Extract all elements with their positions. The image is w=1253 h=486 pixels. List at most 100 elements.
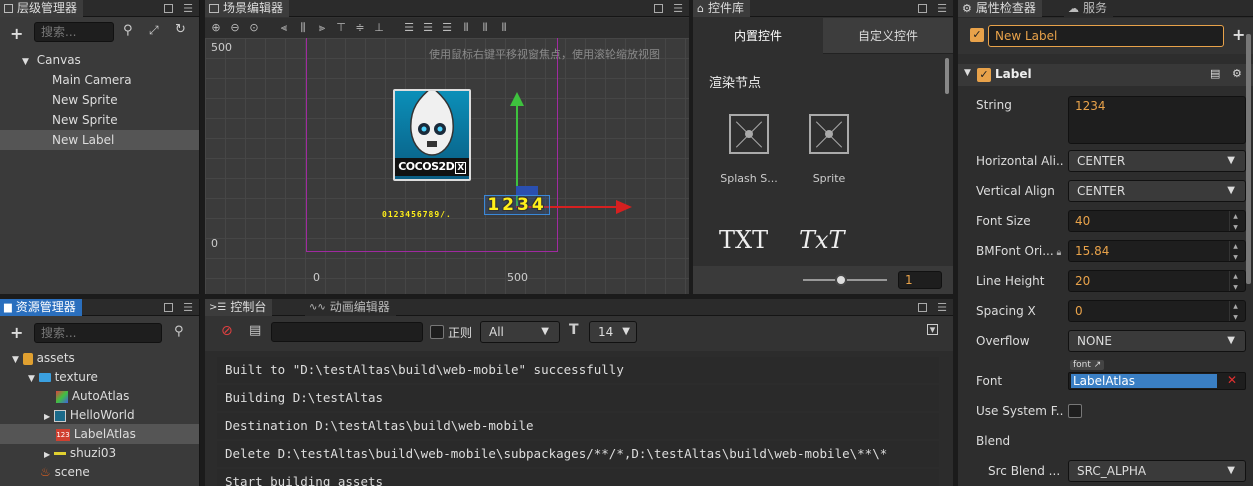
add-component-button[interactable]: + bbox=[1232, 25, 1245, 44]
new-label-node[interactable]: 1234 bbox=[484, 195, 550, 215]
maximize-icon[interactable] bbox=[164, 4, 174, 13]
asset-autoatlas[interactable]: AutoAtlas bbox=[0, 386, 199, 406]
distribute-vcenter-icon[interactable]: ☰ bbox=[421, 21, 435, 35]
node-active-checkbox[interactable]: ✓ bbox=[970, 28, 984, 42]
clear-font-icon[interactable]: ✕ bbox=[1227, 373, 1237, 387]
zoom-reset-icon[interactable]: ⊙ bbox=[247, 21, 261, 35]
valign-select[interactable]: CENTER ▼ bbox=[1068, 180, 1246, 202]
maximize-icon[interactable] bbox=[918, 4, 928, 13]
asset-shuzi03[interactable]: ▶ shuzi03 bbox=[0, 443, 199, 463]
stepper-icon[interactable]: ▲ ▼ bbox=[1229, 271, 1241, 291]
stepper-icon[interactable]: ▲ ▼ bbox=[1229, 211, 1241, 231]
widget-rich-text[interactable]: TxT bbox=[799, 226, 845, 254]
tab-hierarchy[interactable]: 层级管理器 bbox=[0, 0, 84, 17]
hierarchy-search-input[interactable]: 搜索... bbox=[34, 22, 114, 42]
maximize-icon[interactable] bbox=[654, 4, 664, 13]
tab-inspector[interactable]: ⚙ 属性检查器 bbox=[958, 0, 1042, 17]
widget-splash-sprite[interactable]: Splash S... bbox=[713, 110, 785, 194]
menu-icon[interactable]: ☰ bbox=[937, 2, 947, 15]
menu-icon[interactable]: ☰ bbox=[673, 2, 683, 15]
src-blend-select[interactable]: SRC_ALPHA ▼ bbox=[1068, 460, 1246, 482]
gizmo-x-arrow-icon[interactable] bbox=[616, 200, 632, 214]
align-bottom-icon[interactable]: ⊥ bbox=[372, 21, 386, 35]
zoom-slider-thumb[interactable] bbox=[835, 274, 847, 286]
distribute-hcenter-icon[interactable]: ⦀ bbox=[478, 21, 492, 35]
align-left-icon[interactable]: ⫷ bbox=[277, 21, 291, 35]
asset-texture[interactable]: ▼ texture bbox=[0, 367, 199, 387]
zoom-in-icon[interactable]: ⊕ bbox=[209, 21, 223, 35]
line-height-input[interactable]: 20 ▲ ▼ bbox=[1068, 270, 1246, 292]
clear-console-icon[interactable]: ⊘ bbox=[221, 323, 233, 339]
collapse-arrow-icon[interactable]: ▼ bbox=[964, 68, 971, 78]
font-asset-field[interactable]: LabelAtlas ✕ bbox=[1068, 372, 1246, 390]
asset-labelatlas[interactable]: 123 LabelAtlas bbox=[0, 424, 199, 444]
tree-item-new-label[interactable]: New Label bbox=[0, 130, 199, 150]
use-system-font-checkbox[interactable] bbox=[1068, 404, 1082, 418]
zoom-input[interactable]: 1 bbox=[898, 271, 942, 289]
menu-icon[interactable]: ☰ bbox=[937, 301, 947, 314]
tab-animation[interactable]: ∿∿ 动画编辑器 bbox=[305, 299, 396, 316]
distribute-left-icon[interactable]: ⦀ bbox=[459, 21, 473, 35]
collapse-console-icon[interactable]: ▾ bbox=[927, 324, 938, 335]
log-level-select[interactable]: All ▼ bbox=[480, 321, 560, 343]
distribute-right-icon[interactable]: ⦀ bbox=[497, 21, 511, 35]
expand-arrow-icon[interactable]: ▼ bbox=[22, 57, 29, 67]
search-icon[interactable]: ⚲ bbox=[174, 324, 184, 339]
tree-item-main-camera[interactable]: Main Camera bbox=[0, 70, 199, 90]
refresh-icon[interactable]: ↻ bbox=[175, 22, 186, 37]
label-component-header[interactable]: ▼ ✓ Label ▤ ⚙ bbox=[958, 64, 1253, 86]
maximize-icon[interactable] bbox=[164, 303, 174, 312]
stepper-icon[interactable]: ▲ ▼ bbox=[1229, 241, 1241, 261]
stepper-icon[interactable]: ▲ ▼ bbox=[1229, 301, 1241, 321]
regex-checkbox[interactable] bbox=[430, 325, 444, 339]
align-right-icon[interactable]: ⫸ bbox=[315, 21, 329, 35]
open-log-icon[interactable]: ▤ bbox=[249, 323, 261, 338]
search-icon[interactable]: ⚲ bbox=[123, 23, 133, 38]
maximize-icon[interactable] bbox=[918, 303, 928, 312]
spacing-x-input[interactable]: 0 ▲ ▼ bbox=[1068, 300, 1246, 322]
bmfont-input[interactable]: 15.84 ▲ ▼ bbox=[1068, 240, 1246, 262]
expand-arrow-icon[interactable]: ▶ bbox=[44, 450, 50, 459]
component-enabled-checkbox[interactable]: ✓ bbox=[977, 68, 991, 82]
tab-console[interactable]: >☰ 控制台 bbox=[205, 299, 273, 316]
settings-icon[interactable]: ⚙ bbox=[1232, 67, 1242, 80]
node-name-input[interactable]: New Label bbox=[988, 25, 1224, 47]
tab-scene[interactable]: 场景编辑器 bbox=[205, 0, 290, 17]
library-scrollbar[interactable] bbox=[945, 58, 949, 94]
halign-select[interactable]: CENTER ▼ bbox=[1068, 150, 1246, 172]
tab-builtin-widgets[interactable]: 内置控件 bbox=[693, 18, 823, 54]
expand-arrow-icon[interactable]: ▼ bbox=[28, 374, 35, 384]
asset-helloworld[interactable]: ▶ HelloWorld bbox=[0, 405, 199, 425]
tab-library[interactable]: ⌂ 控件库 bbox=[693, 0, 750, 17]
font-size-input[interactable]: 40 ▲ ▼ bbox=[1068, 210, 1246, 232]
expand-arrow-icon[interactable]: ▼ bbox=[12, 355, 19, 365]
scene-viewport[interactable]: 500 0 0 500 使用鼠标右键平移视窗焦点，使用滚轮缩放视图 COCOS2… bbox=[205, 38, 689, 294]
inspector-scrollbar[interactable] bbox=[1246, 34, 1251, 284]
tab-custom-widgets[interactable]: 自定义控件 bbox=[823, 18, 953, 54]
tree-item-canvas[interactable]: ▼ Canvas bbox=[0, 50, 199, 70]
align-hcenter-icon[interactable]: ⫼ bbox=[296, 21, 310, 35]
menu-icon[interactable]: ☰ bbox=[183, 2, 193, 15]
overflow-select[interactable]: NONE ▼ bbox=[1068, 330, 1246, 352]
expand-icon[interactable]: ⤢ bbox=[149, 23, 159, 38]
menu-icon[interactable]: ☰ bbox=[183, 301, 193, 314]
assets-search-input[interactable]: 搜索... bbox=[34, 323, 162, 343]
book-icon[interactable]: ▤ bbox=[1210, 67, 1220, 80]
console-filter-input[interactable] bbox=[271, 322, 423, 342]
zoom-out-icon[interactable]: ⊖ bbox=[228, 21, 242, 35]
distribute-top-icon[interactable]: ☰ bbox=[402, 21, 416, 35]
string-textarea[interactable]: 1234 bbox=[1068, 96, 1246, 144]
align-top-icon[interactable]: ⊤ bbox=[334, 21, 348, 35]
align-vcenter-icon[interactable]: ≑ bbox=[353, 21, 367, 35]
tree-item-new-sprite-2[interactable]: New Sprite bbox=[0, 110, 199, 130]
tab-assets[interactable]: ▆ 资源管理器 bbox=[0, 299, 82, 316]
tree-item-new-sprite[interactable]: New Sprite bbox=[0, 90, 199, 110]
widget-label[interactable]: TXT bbox=[719, 226, 768, 254]
asset-assets[interactable]: ▼ assets bbox=[0, 348, 199, 368]
gizmo-y-arrow-icon[interactable] bbox=[510, 92, 524, 106]
asset-scene[interactable]: ♨ scene bbox=[0, 462, 199, 482]
console-font-size-select[interactable]: 14 ▼ bbox=[589, 321, 637, 343]
font-asset-value[interactable]: LabelAtlas bbox=[1071, 374, 1217, 388]
add-node-button[interactable]: + bbox=[10, 24, 23, 43]
widget-sprite[interactable]: Sprite bbox=[793, 110, 865, 194]
